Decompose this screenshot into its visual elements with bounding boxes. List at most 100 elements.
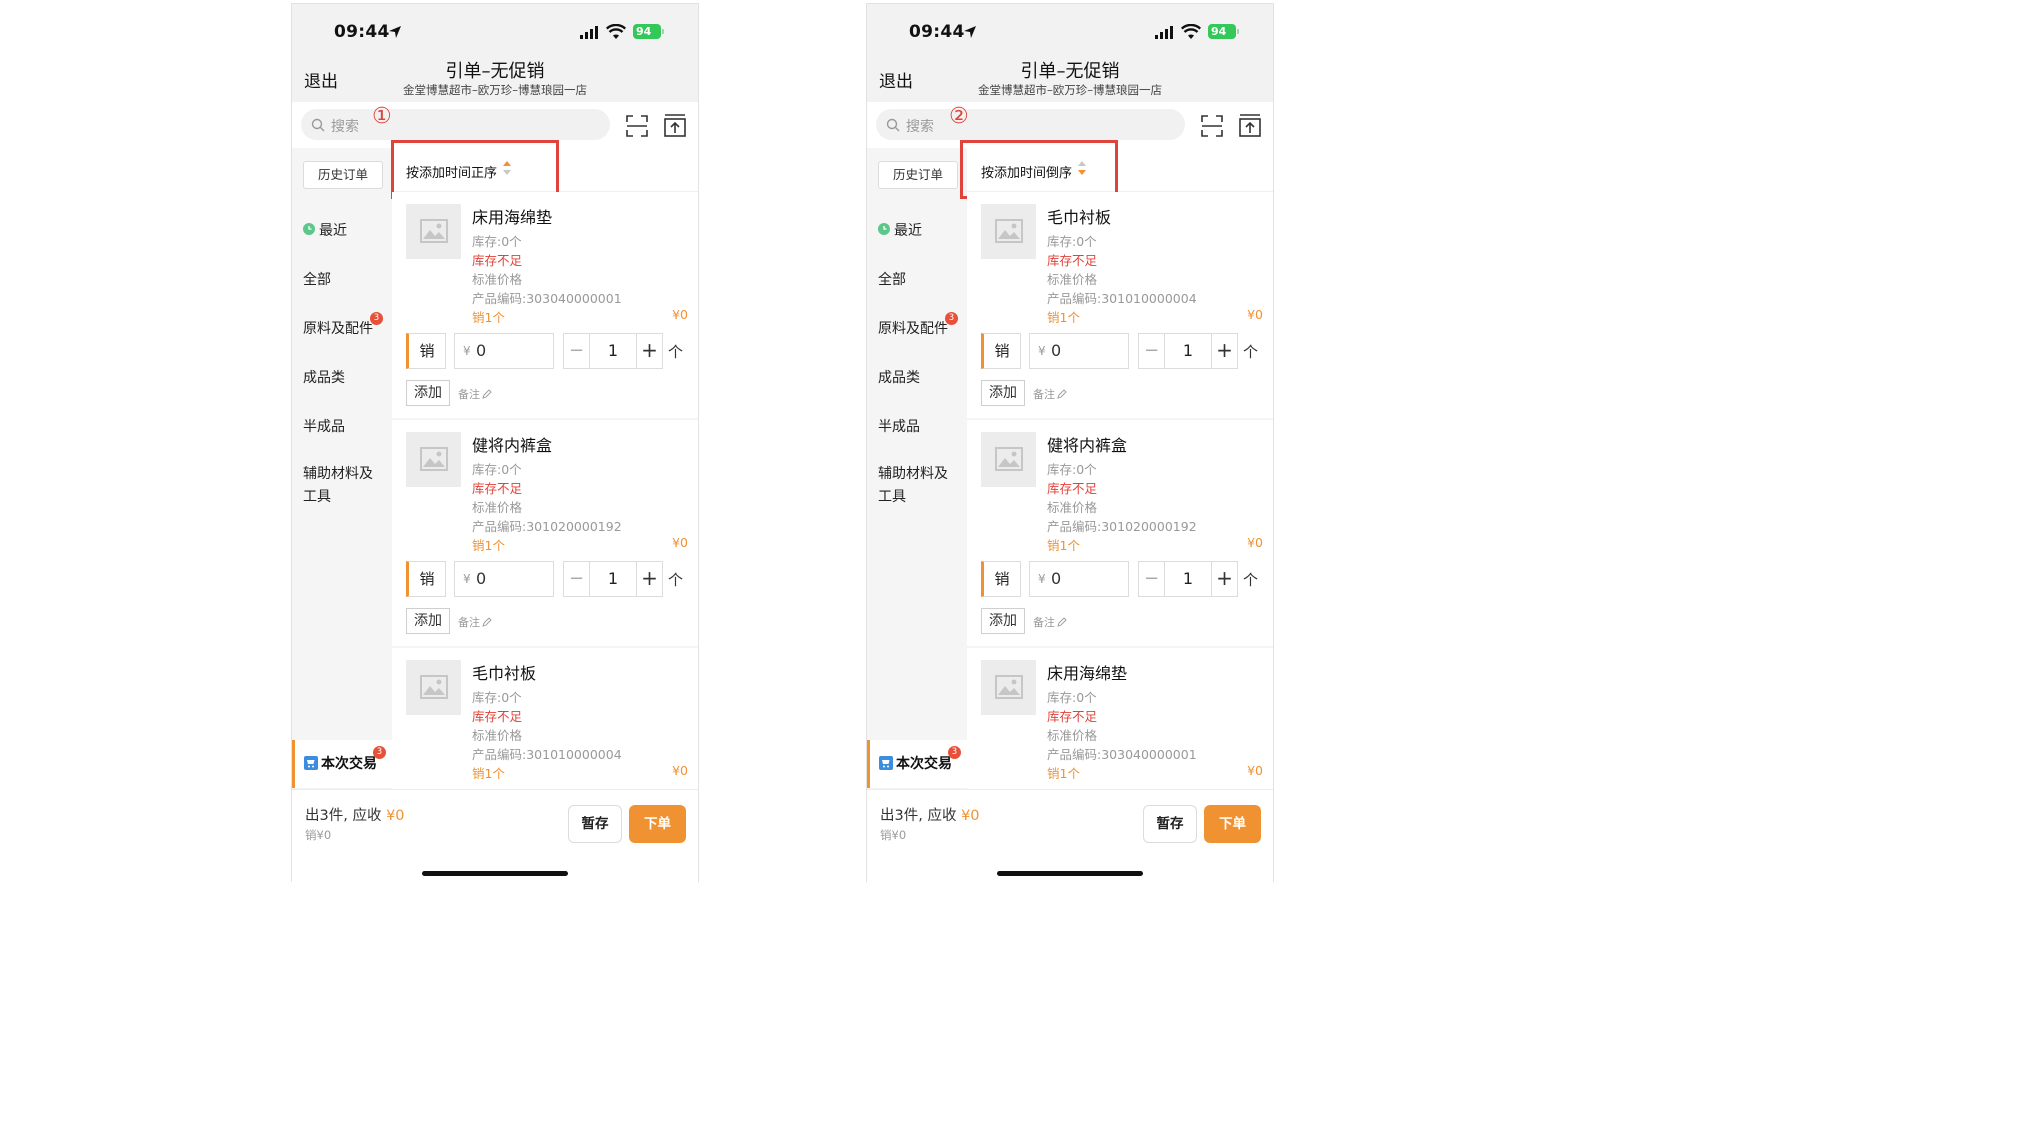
note-label: 备注 bbox=[458, 616, 480, 629]
save-draft-button[interactable]: 暂存 bbox=[568, 805, 622, 843]
phone-screen-descending: 09:44 94 退出 引单–无促销 金堂博慧超市–欧万珍–博慧琅园一店 搜索 … bbox=[866, 3, 1274, 882]
quantity-value[interactable]: 1 bbox=[590, 334, 636, 368]
add-button[interactable]: 添加 bbox=[406, 380, 450, 406]
sidebar-item-parts[interactable]: 原料及配件 bbox=[303, 318, 373, 338]
export-icon[interactable] bbox=[1238, 113, 1262, 137]
decrement-button[interactable]: − bbox=[564, 334, 590, 368]
order-summary: 出3件, 应收 ¥0 bbox=[880, 804, 980, 825]
price-input[interactable]: ¥0 bbox=[454, 561, 554, 597]
search-input[interactable]: 搜索 bbox=[301, 109, 610, 140]
scan-icon[interactable] bbox=[625, 114, 649, 138]
increment-button[interactable]: + bbox=[636, 334, 662, 368]
quantity-value[interactable]: 1 bbox=[1165, 334, 1211, 368]
item-count-label: 出3件, 应收 bbox=[305, 808, 382, 824]
add-button[interactable]: 添加 bbox=[981, 608, 1025, 634]
decrement-button[interactable]: − bbox=[564, 562, 590, 596]
product-card: 床用海绵垫 库存:0个 库存不足 标准价格 产品编码:303040000001 … bbox=[392, 192, 698, 418]
wifi-icon bbox=[1181, 24, 1201, 39]
current-trade-tab[interactable]: 本次交易 3 bbox=[292, 740, 392, 788]
line-amount: ¥0 bbox=[1247, 763, 1263, 778]
price-input[interactable]: ¥0 bbox=[454, 333, 554, 369]
sidebar-item-semi-finished[interactable]: 半成品 bbox=[878, 416, 920, 436]
sidebar-item-recent[interactable]: 最近 bbox=[303, 220, 347, 240]
parts-count-badge: 3 bbox=[370, 312, 383, 325]
product-code: 产品编码:301020000192 bbox=[472, 519, 622, 534]
sidebar-item-label: 最近 bbox=[319, 223, 347, 239]
stock-shortage-warning: 库存不足 bbox=[1047, 253, 1098, 268]
unit-label: 个 bbox=[668, 343, 684, 361]
wifi-icon bbox=[606, 24, 626, 39]
quantity-stepper: −1 + bbox=[563, 561, 663, 597]
history-orders-button[interactable]: 历史订单 bbox=[878, 161, 958, 189]
receivable-amount: ¥0 bbox=[386, 808, 405, 824]
image-placeholder-icon bbox=[420, 675, 448, 699]
sidebar-item-auxiliary[interactable]: 辅助材料及工具 bbox=[878, 463, 956, 509]
sidebar-item-all[interactable]: 全部 bbox=[878, 269, 906, 289]
sold-count: 销1个 bbox=[472, 538, 505, 553]
cart-icon bbox=[304, 756, 318, 770]
quantity-stepper: −1 + bbox=[1138, 333, 1238, 369]
note-link[interactable]: 备注 bbox=[1033, 614, 1067, 630]
location-arrow-icon bbox=[389, 26, 401, 38]
note-link[interactable]: 备注 bbox=[1033, 386, 1067, 402]
increment-button[interactable]: + bbox=[636, 562, 662, 596]
page-subtitle: 金堂博慧超市–欧万珍–博慧琅园一店 bbox=[978, 83, 1162, 97]
sidebar-item-semi-finished[interactable]: 半成品 bbox=[303, 416, 345, 436]
image-placeholder-icon bbox=[995, 447, 1023, 471]
sidebar-item-finished[interactable]: 成品类 bbox=[303, 367, 345, 387]
add-button[interactable]: 添加 bbox=[981, 380, 1025, 406]
sale-type-button[interactable]: 销 bbox=[406, 561, 446, 597]
product-list: 毛巾衬板 库存:0个 库存不足 标准价格 产品编码:301010000004 销… bbox=[967, 192, 1273, 789]
sidebar-item-all[interactable]: 全部 bbox=[303, 269, 331, 289]
sidebar-item-auxiliary[interactable]: 辅助材料及工具 bbox=[303, 463, 381, 509]
currency-symbol: ¥ bbox=[463, 572, 471, 586]
price-type: 标准价格 bbox=[472, 272, 523, 287]
sidebar-item-recent[interactable]: 最近 bbox=[878, 220, 922, 240]
search-input[interactable]: 搜索 bbox=[876, 109, 1185, 140]
current-trade-tab[interactable]: 本次交易 3 bbox=[867, 740, 967, 788]
sold-count: 销1个 bbox=[1047, 766, 1080, 781]
history-orders-button[interactable]: 历史订单 bbox=[303, 161, 383, 189]
sidebar-item-parts[interactable]: 原料及配件 bbox=[878, 318, 948, 338]
sale-type-button[interactable]: 销 bbox=[981, 561, 1021, 597]
page-title: 引单–无促销 bbox=[445, 61, 545, 82]
sold-count: 销1个 bbox=[472, 310, 505, 325]
page-title: 引单–无促销 bbox=[1020, 61, 1120, 82]
battery-icon: 94 bbox=[1208, 24, 1239, 39]
increment-button[interactable]: + bbox=[1211, 562, 1237, 596]
stock-shortage-warning: 库存不足 bbox=[472, 709, 523, 724]
place-order-button[interactable]: 下单 bbox=[1204, 805, 1261, 843]
decrement-button[interactable]: − bbox=[1139, 334, 1165, 368]
battery-icon: 94 bbox=[633, 24, 664, 39]
trade-count-badge: 3 bbox=[948, 746, 961, 759]
place-order-button[interactable]: 下单 bbox=[629, 805, 686, 843]
save-draft-button[interactable]: 暂存 bbox=[1143, 805, 1197, 843]
export-icon[interactable] bbox=[663, 113, 687, 137]
home-indicator bbox=[422, 871, 568, 876]
product-stock: 库存:0个 bbox=[1047, 462, 1097, 477]
add-button[interactable]: 添加 bbox=[406, 608, 450, 634]
sale-type-button[interactable]: 销 bbox=[406, 333, 446, 369]
sidebar-item-label: 最近 bbox=[894, 223, 922, 239]
price-type: 标准价格 bbox=[1047, 500, 1098, 515]
note-link[interactable]: 备注 bbox=[458, 386, 492, 402]
note-link[interactable]: 备注 bbox=[458, 614, 492, 630]
product-thumbnail bbox=[406, 660, 461, 715]
sidebar-item-finished[interactable]: 成品类 bbox=[878, 367, 920, 387]
status-time: 09:44 bbox=[909, 22, 965, 42]
sale-type-button[interactable]: 销 bbox=[981, 333, 1021, 369]
scan-icon[interactable] bbox=[1200, 114, 1224, 138]
increment-button[interactable]: + bbox=[1211, 334, 1237, 368]
search-icon bbox=[311, 118, 325, 132]
price-input[interactable]: ¥0 bbox=[1029, 561, 1129, 597]
location-arrow-icon bbox=[964, 26, 976, 38]
line-amount: ¥0 bbox=[672, 535, 688, 550]
price-input[interactable]: ¥0 bbox=[1029, 333, 1129, 369]
quantity-value[interactable]: 1 bbox=[1165, 562, 1211, 596]
quantity-value[interactable]: 1 bbox=[590, 562, 636, 596]
decrement-button[interactable]: − bbox=[1139, 562, 1165, 596]
order-footer: 出3件, 应收 ¥0 销¥0 暂存 下单 bbox=[867, 789, 1273, 882]
phone-screen-ascending: 09:44 94 退出 引单–无促销 金堂博慧超市–欧万珍–博慧琅园一店 搜索 … bbox=[291, 3, 699, 882]
price-value: 0 bbox=[476, 569, 487, 588]
cart-icon bbox=[879, 756, 893, 770]
